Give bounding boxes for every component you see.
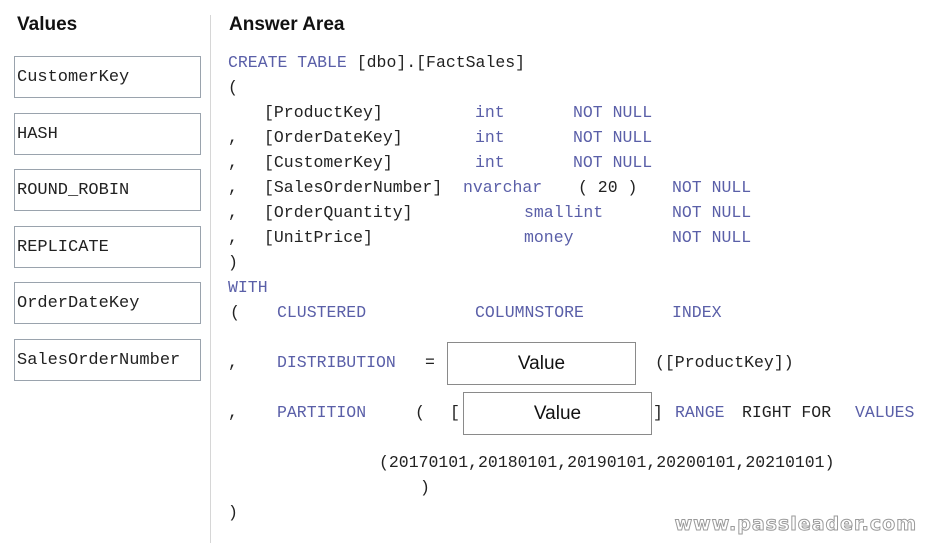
partition-keyword: PARTITION (277, 403, 367, 422)
column-name: [UnitPrice] (264, 228, 373, 247)
panel-divider (210, 15, 211, 543)
value-tile-salesordernumber[interactable]: SalesOrderNumber (14, 339, 201, 381)
comma: , (228, 128, 238, 147)
close-paren: ) (228, 503, 238, 522)
column-constraint: NOT NULL (573, 153, 653, 172)
column-type: smallint (524, 203, 604, 222)
watermark: www.passleader.com (674, 513, 917, 536)
distribution-column: ([ProductKey]) (655, 353, 794, 372)
create-table-keyword: CREATE TABLE (228, 53, 347, 72)
table-name: [dbo].[FactSales] (356, 53, 526, 72)
column-constraint: NOT NULL (573, 103, 653, 122)
comma: , (228, 228, 238, 247)
with-keyword: WITH (228, 278, 268, 297)
bracket-open: [ (450, 403, 460, 422)
columnstore-keyword: COLUMNSTORE (475, 303, 584, 322)
value-tile-replicate[interactable]: REPLICATE (14, 226, 201, 268)
open-paren: ( (415, 403, 425, 422)
column-name: [OrderDateKey] (264, 128, 403, 147)
column-constraint: NOT NULL (672, 228, 752, 247)
column-name: [CustomerKey] (264, 153, 393, 172)
column-name: [OrderQuantity] (264, 203, 413, 222)
right-for-keyword: RIGHT FOR (742, 403, 832, 422)
comma: , (228, 203, 238, 222)
value-tile-customerkey[interactable]: CustomerKey (14, 56, 201, 98)
column-type: nvarchar (463, 178, 543, 197)
equals-sign: = (425, 353, 435, 372)
values-keyword: VALUES (855, 403, 915, 422)
column-type-args: ( 20 ) (578, 178, 638, 197)
close-paren: ) (420, 478, 430, 497)
comma: , (228, 153, 238, 172)
column-type: int (475, 153, 505, 172)
column-type: int (475, 128, 505, 147)
comma: , (228, 353, 238, 372)
range-keyword: RANGE (675, 403, 725, 422)
column-type: int (475, 103, 505, 122)
distribution-keyword: DISTRIBUTION (277, 353, 396, 372)
answer-area-heading: Answer Area (229, 14, 345, 35)
column-name: [ProductKey] (264, 103, 383, 122)
column-constraint: NOT NULL (672, 178, 752, 197)
column-type: money (524, 228, 574, 247)
open-paren: ( (228, 78, 238, 97)
column-constraint: NOT NULL (573, 128, 653, 147)
value-tile-round-robin[interactable]: ROUND_ROBIN (14, 169, 201, 211)
range-values: (20170101,20180101,20190101,20200101,202… (379, 453, 835, 472)
partition-drop-target[interactable]: Value (463, 392, 652, 435)
comma: , (228, 403, 238, 422)
comma: , (228, 178, 238, 197)
close-paren: ) (228, 253, 238, 272)
open-paren: ( (230, 303, 240, 322)
clustered-keyword: CLUSTERED (277, 303, 367, 322)
value-tile-hash[interactable]: HASH (14, 113, 201, 155)
column-constraint: NOT NULL (672, 203, 752, 222)
value-tile-orderdatekey[interactable]: OrderDateKey (14, 282, 201, 324)
bracket-close: ] (653, 403, 663, 422)
distribution-drop-target[interactable]: Value (447, 342, 636, 385)
values-heading: Values (17, 14, 78, 35)
index-keyword: INDEX (672, 303, 722, 322)
create-table-line: CREATE TABLE [dbo].[FactSales] (228, 50, 525, 75)
column-name: [SalesOrderNumber] (264, 178, 443, 197)
